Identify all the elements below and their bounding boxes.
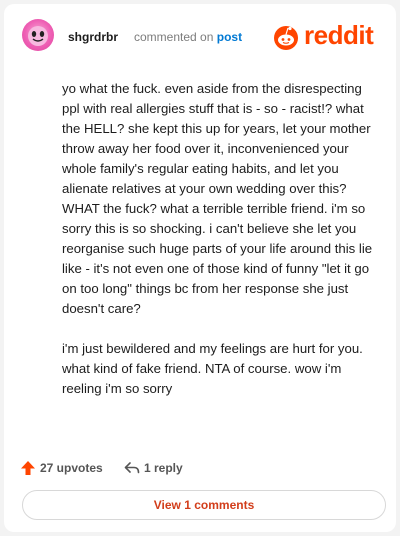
avatar[interactable]	[22, 19, 54, 51]
action-text: commented on	[134, 30, 214, 44]
comment-paragraph: yo what the fuck. even aside from the di…	[62, 81, 373, 316]
post-link[interactable]: post	[217, 30, 242, 44]
upvote-arrow-icon[interactable]	[20, 460, 36, 476]
upvote-button[interactable]: 27 upvotes	[20, 460, 103, 476]
username[interactable]: shgrdrbr	[68, 30, 118, 44]
reddit-wordmark: reddit	[304, 20, 374, 50]
reddit-logo[interactable]: reddit	[272, 20, 380, 51]
comment-actions: 27 upvotes 1 reply	[20, 460, 320, 480]
avatar-face-icon	[28, 26, 48, 46]
comment-paragraph: i'm just bewildered and my feelings are …	[62, 341, 363, 396]
view-comments-button[interactable]: View 1 comments	[22, 490, 386, 520]
comment-body: yo what the fuck. even aside from the di…	[62, 79, 380, 419]
upvotes-count: 27 upvotes	[40, 461, 103, 475]
comment-header: shgrdrbr commented on post reddit	[20, 18, 380, 54]
comment-meta: commented on post	[134, 30, 242, 44]
reply-icon	[124, 462, 140, 474]
reply-button[interactable]: 1 reply	[124, 460, 183, 476]
reddit-snoo-icon	[274, 26, 298, 50]
comment-card: shgrdrbr commented on post reddit yo wha…	[4, 4, 396, 532]
reply-count: 1 reply	[144, 461, 183, 475]
